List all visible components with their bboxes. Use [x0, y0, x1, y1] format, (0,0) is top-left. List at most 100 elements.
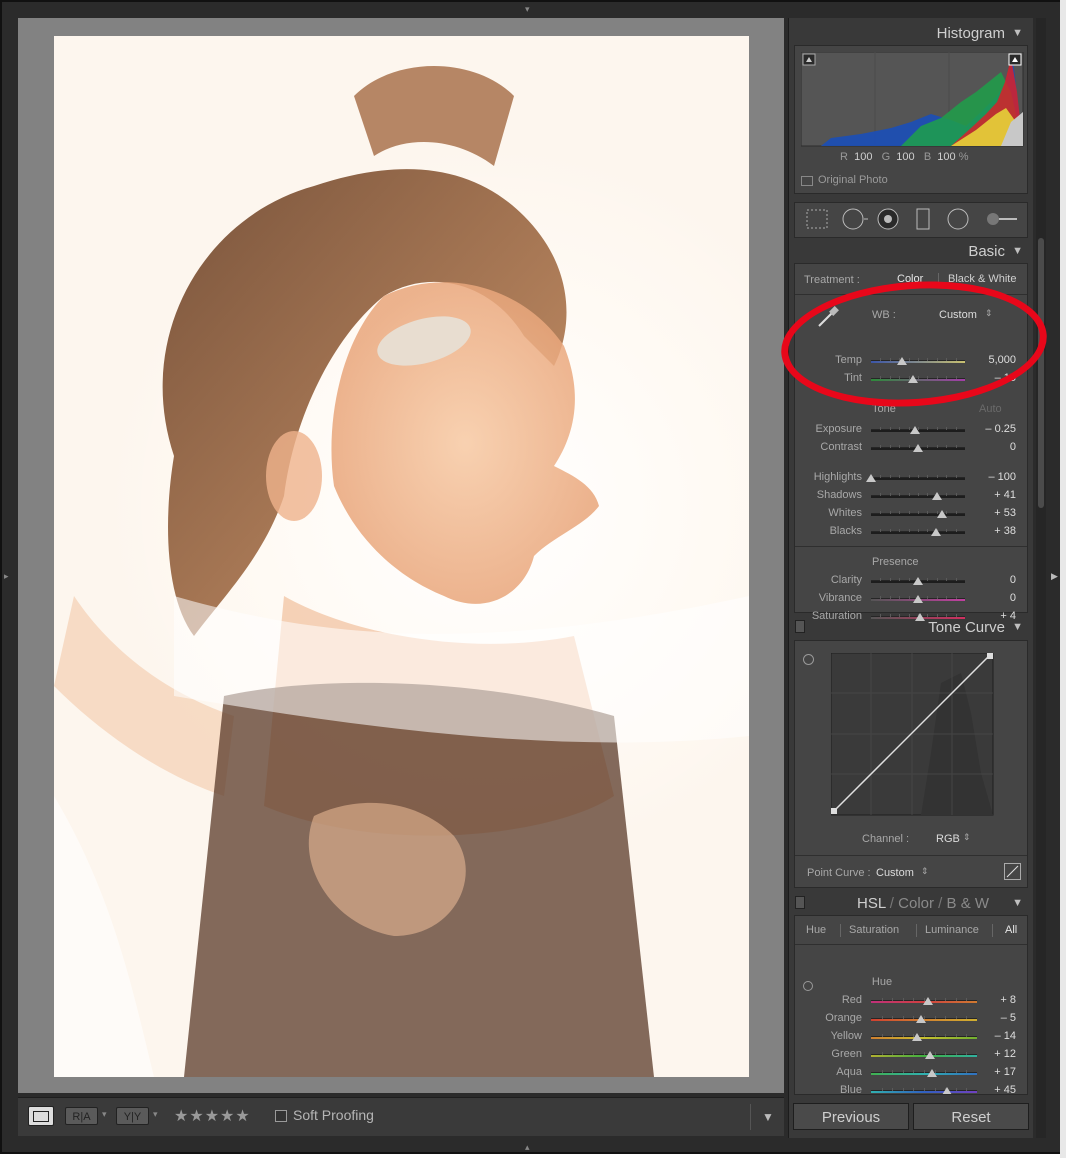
- luminance-tab[interactable]: Luminance: [925, 924, 979, 936]
- whites-value[interactable]: + 53: [966, 507, 1016, 519]
- photo-preview: [54, 36, 749, 1077]
- blacks-slider-thumb[interactable]: [930, 528, 941, 536]
- blacks-slider-track[interactable]: [871, 529, 965, 534]
- tint-slider-thumb[interactable]: [908, 375, 919, 383]
- exposure-slider-thumb[interactable]: [910, 426, 921, 434]
- blue-slider-thumb[interactable]: [942, 1087, 953, 1094]
- histogram-header[interactable]: Histogram ▼: [789, 20, 1033, 46]
- treatment-bw-button[interactable]: Black & White: [948, 273, 1016, 285]
- green-slider-track[interactable]: [871, 1052, 977, 1057]
- red-value[interactable]: + 8: [966, 994, 1016, 1006]
- spot-removal-icon[interactable]: [842, 208, 868, 230]
- collapse-triangle-icon[interactable]: ▼: [1012, 27, 1023, 39]
- aqua-slider-track[interactable]: [871, 1070, 977, 1075]
- right-panel-toggle-icon[interactable]: ▶: [1051, 572, 1058, 581]
- highlights-value[interactable]: – 100: [966, 471, 1016, 483]
- temp-value[interactable]: 5,000: [966, 354, 1016, 366]
- wb-dropdown[interactable]: Custom: [939, 309, 977, 321]
- hue-tab[interactable]: Hue: [806, 924, 826, 936]
- clarity-slider-thumb[interactable]: [913, 577, 923, 585]
- separator: /: [938, 895, 943, 912]
- top-panel-toggle-icon[interactable]: ▾: [525, 5, 530, 14]
- tone-curve-graph[interactable]: [831, 653, 995, 817]
- contrast-value[interactable]: 0: [966, 441, 1016, 453]
- treatment-color-button[interactable]: Color: [897, 273, 923, 285]
- star-rating[interactable]: ★★★★★: [174, 1106, 251, 1126]
- tone-curve-header[interactable]: Tone Curve ▼: [789, 614, 1033, 640]
- ra-dropdown-icon[interactable]: ▾: [102, 1109, 107, 1120]
- adjustment-brush-icon[interactable]: [987, 213, 1017, 225]
- panel-switch-icon[interactable]: [795, 620, 805, 633]
- vibrance-slider-thumb[interactable]: [913, 595, 923, 603]
- tint-value[interactable]: – 15: [966, 372, 1016, 384]
- blue-value[interactable]: + 45: [966, 1084, 1016, 1094]
- shadows-value[interactable]: + 41: [966, 489, 1016, 501]
- highlights-slider-thumb[interactable]: [866, 474, 876, 482]
- toolbar-options-dropdown[interactable]: ▼: [750, 1104, 785, 1130]
- contrast-slider-thumb[interactable]: [913, 444, 923, 452]
- yy-dropdown-icon[interactable]: ▾: [153, 1109, 158, 1120]
- vibrance-value[interactable]: 0: [966, 592, 1016, 604]
- point-curve-stepper-icon[interactable]: ⇕: [921, 866, 929, 877]
- panel-switch-icon[interactable]: [795, 896, 805, 909]
- temp-slider-thumb[interactable]: [897, 357, 908, 365]
- before-after-split-button[interactable]: Y|Y: [116, 1107, 149, 1125]
- graduated-filter-icon[interactable]: [916, 208, 930, 230]
- aqua-value[interactable]: + 17: [966, 1066, 1016, 1078]
- point-curve-dropdown[interactable]: Custom: [876, 867, 914, 879]
- yellow-slider-thumb[interactable]: [911, 1033, 922, 1041]
- orange-slider-thumb[interactable]: [915, 1015, 926, 1023]
- edit-point-curve-icon[interactable]: [1004, 863, 1021, 880]
- aqua-slider-thumb[interactable]: [927, 1069, 938, 1077]
- all-tab[interactable]: All: [1005, 924, 1017, 936]
- hsl-header[interactable]: HSL / Color / B & W ▼: [789, 890, 1033, 916]
- histogram-title: Histogram: [936, 25, 1005, 42]
- radial-filter-icon[interactable]: [947, 208, 969, 230]
- collapse-triangle-icon[interactable]: ▼: [1012, 897, 1023, 909]
- previous-button[interactable]: Previous: [793, 1103, 909, 1130]
- left-panel-toggle-icon[interactable]: ▸: [4, 572, 9, 581]
- clarity-value[interactable]: 0: [966, 574, 1016, 586]
- bottom-panel-toggle-icon[interactable]: ▴: [525, 1143, 530, 1152]
- yellow-value[interactable]: – 14: [966, 1030, 1016, 1042]
- saturation-tab[interactable]: Saturation: [849, 924, 899, 936]
- scrollbar-thumb[interactable]: [1038, 238, 1044, 508]
- wb-stepper-icon[interactable]: ⇕: [985, 308, 993, 319]
- hsl-tab[interactable]: HSL: [857, 895, 886, 912]
- red-slider-thumb[interactable]: [923, 997, 934, 1005]
- collapse-triangle-icon[interactable]: ▼: [1012, 245, 1023, 257]
- exposure-value[interactable]: – 0.25: [966, 423, 1016, 435]
- soft-proofing-checkbox[interactable]: [275, 1110, 287, 1122]
- blue-slider-track[interactable]: [871, 1088, 977, 1093]
- wb-eyedropper-icon[interactable]: [815, 304, 841, 330]
- green-slider-thumb[interactable]: [925, 1051, 936, 1059]
- highlights-slider-track[interactable]: [871, 475, 965, 480]
- point-curve-label: Point Curve :: [807, 867, 871, 879]
- shadows-slider-thumb[interactable]: [931, 492, 942, 500]
- original-photo-checkbox[interactable]: [801, 176, 813, 186]
- whites-slider-thumb[interactable]: [937, 510, 948, 518]
- red-eye-icon[interactable]: [877, 208, 899, 230]
- bw-tab[interactable]: B & W: [947, 895, 990, 912]
- grid-crop-icon[interactable]: [806, 209, 828, 229]
- temp-slider-track[interactable]: [871, 358, 965, 363]
- targeted-adjustment-icon[interactable]: [803, 654, 814, 665]
- channel-dropdown[interactable]: RGB: [936, 833, 960, 845]
- collapse-triangle-icon[interactable]: ▼: [1012, 621, 1023, 633]
- yellow-slider-track[interactable]: [871, 1034, 977, 1039]
- before-after-left-right-button[interactable]: R|A: [65, 1107, 98, 1125]
- tint-label: Tint: [844, 372, 862, 384]
- orange-value[interactable]: – 5: [966, 1012, 1016, 1024]
- whites-slider-track[interactable]: [871, 511, 965, 516]
- channel-stepper-icon[interactable]: ⇕: [963, 832, 971, 843]
- green-value[interactable]: + 12: [966, 1048, 1016, 1060]
- basic-header[interactable]: Basic ▼: [789, 238, 1033, 264]
- loupe-view-button[interactable]: [28, 1106, 54, 1126]
- shadows-slider-track[interactable]: [871, 493, 965, 498]
- blacks-value[interactable]: + 38: [966, 525, 1016, 537]
- basic-panel: Treatment : Color Black & White WB : Cus…: [794, 263, 1028, 622]
- reset-button[interactable]: Reset: [913, 1103, 1029, 1130]
- tone-auto-button[interactable]: Auto: [979, 403, 1002, 415]
- panel-scrollbar[interactable]: [1036, 18, 1046, 1138]
- color-tab[interactable]: Color: [898, 895, 934, 912]
